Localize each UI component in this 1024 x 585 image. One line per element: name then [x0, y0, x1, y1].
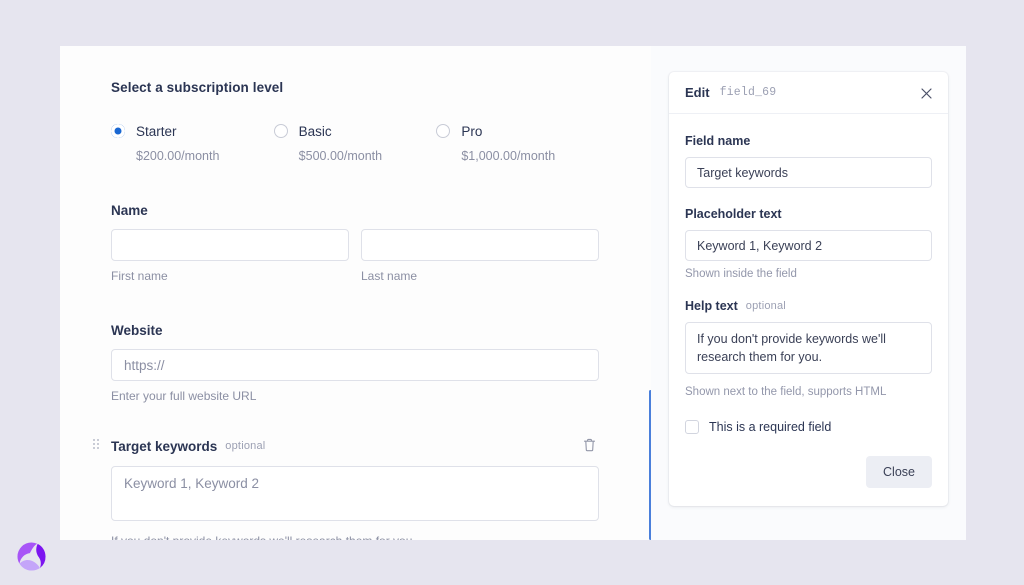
subscription-option-starter[interactable]: Starter $200.00/month	[111, 121, 274, 163]
last-name-input[interactable]	[361, 229, 599, 261]
edit-field-name-label: Field name	[685, 134, 932, 148]
radio-starter-icon[interactable]	[111, 124, 125, 138]
radio-starter-label: Starter	[136, 124, 177, 139]
edit-field-name-input[interactable]	[685, 157, 932, 188]
edit-panel-title: Edit	[685, 85, 710, 100]
last-name-hint: Last name	[361, 269, 599, 283]
edit-help-text-optional-tag: optional	[746, 300, 786, 312]
edit-placeholder-hint: Shown inside the field	[685, 268, 932, 280]
form-preview-pane: Select a subscription level Starter $200…	[60, 46, 651, 540]
radio-basic-icon[interactable]	[274, 124, 288, 138]
edit-field-panel: Edit field_69 Field name	[669, 72, 948, 506]
edit-panel-footer: Close	[685, 456, 932, 488]
edit-panel-header: Edit field_69	[669, 72, 948, 114]
edit-placeholder-group: Placeholder text Shown inside the field	[685, 207, 932, 280]
radio-pro-label: Pro	[461, 124, 482, 139]
target-keywords-optional-tag: optional	[225, 440, 265, 452]
drag-handle-icon[interactable]	[93, 439, 101, 451]
radio-pro-price: $1,000.00/month	[461, 149, 599, 163]
edit-placeholder-input[interactable]	[685, 230, 932, 261]
target-keywords-textarea[interactable]	[111, 466, 599, 521]
edit-pane: Edit field_69 Field name	[651, 46, 966, 540]
subscription-section-title: Select a subscription level	[111, 80, 599, 95]
first-name-input[interactable]	[111, 229, 349, 261]
subscription-radio-group: Starter $200.00/month Basic $500.00/mont…	[111, 121, 599, 163]
first-name-hint: First name	[111, 269, 349, 283]
subscription-option-basic[interactable]: Basic $500.00/month	[274, 121, 437, 163]
edit-help-text-group: Help text optional Shown next to the fie…	[685, 299, 932, 398]
radio-basic-label: Basic	[299, 124, 332, 139]
name-field-label: Name	[111, 203, 599, 218]
edit-placeholder-label: Placeholder text	[685, 207, 932, 221]
edit-help-text-hint: Shown next to the field, supports HTML	[685, 386, 932, 398]
close-icon[interactable]	[916, 83, 936, 103]
target-keywords-label: Target keywords	[111, 439, 217, 454]
screen: Select a subscription level Starter $200…	[0, 0, 1024, 585]
edit-panel-field-id: field_69	[720, 86, 777, 99]
radio-pro-icon[interactable]	[436, 124, 450, 138]
form-builder-card: Select a subscription level Starter $200…	[60, 46, 966, 540]
subscription-option-pro[interactable]: Pro $1,000.00/month	[436, 121, 599, 163]
website-field-label: Website	[111, 323, 599, 338]
website-hint: Enter your full website URL	[111, 389, 599, 403]
required-field-checkbox[interactable]	[685, 420, 699, 434]
edit-field-name-group: Field name	[685, 134, 932, 188]
website-field-block: Website Enter your full website URL	[111, 323, 599, 403]
target-keywords-hint: If you don't provide keywords we'll rese…	[111, 534, 599, 540]
edit-help-text-textarea[interactable]	[685, 322, 932, 374]
radio-basic-price: $500.00/month	[299, 149, 437, 163]
website-input[interactable]	[111, 349, 599, 381]
brand-logo-icon	[15, 540, 48, 573]
close-button[interactable]: Close	[866, 456, 932, 488]
name-field-block: Name First name Last name	[111, 203, 599, 283]
edit-help-text-label: Help text	[685, 299, 738, 313]
required-field-label: This is a required field	[709, 420, 831, 434]
target-keywords-field-block[interactable]: Target keywords optional If you don't pr…	[111, 437, 599, 540]
required-field-row[interactable]: This is a required field	[685, 420, 932, 434]
radio-starter-price: $200.00/month	[136, 149, 274, 163]
edit-panel-body: Field name Placeholder text Shown inside…	[669, 114, 948, 506]
trash-icon[interactable]	[577, 433, 601, 457]
